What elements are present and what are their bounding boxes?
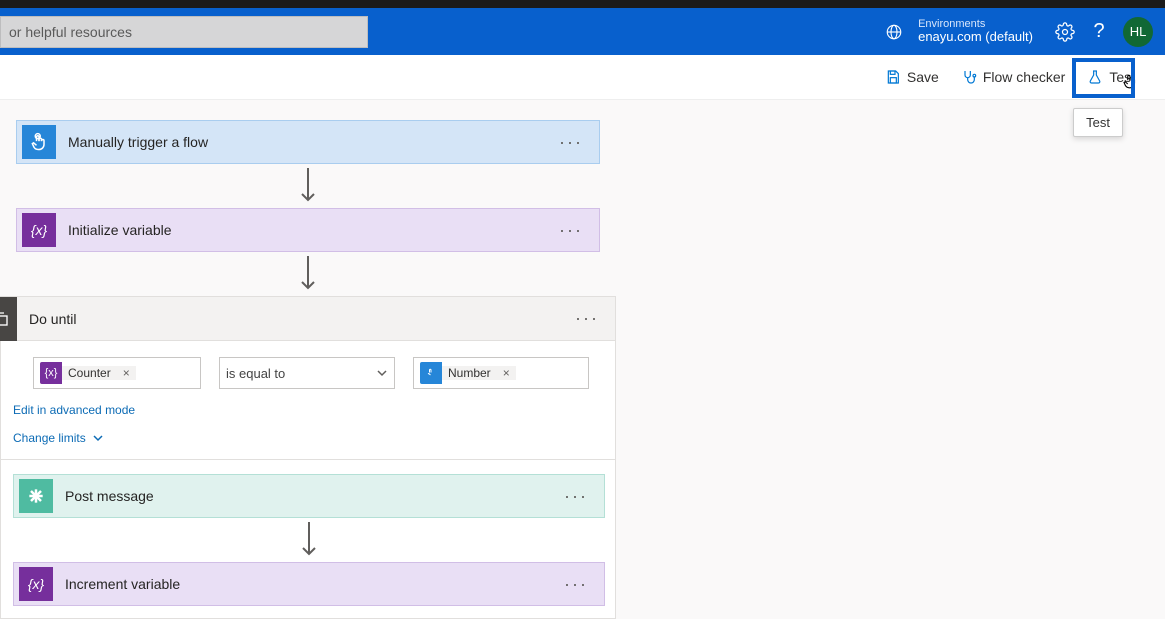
flow-checker-button[interactable]: Flow checker xyxy=(961,69,1065,85)
browser-tab-strip xyxy=(0,0,1165,8)
card-menu-icon[interactable] xyxy=(564,486,588,507)
help-icon[interactable]: ? xyxy=(1089,22,1109,42)
stethoscope-icon xyxy=(961,69,977,85)
flow-arrow xyxy=(13,518,605,562)
loop-icon xyxy=(0,297,17,341)
flow-arrow xyxy=(16,164,600,208)
do-until-header[interactable]: Do until xyxy=(1,297,615,341)
operator-label: is equal to xyxy=(226,366,285,381)
do-until-body: {x} Counter × is equal to Number xyxy=(1,341,615,618)
number-token[interactable]: Number × xyxy=(420,362,516,384)
post-message-card[interactable]: Post message xyxy=(13,474,605,518)
card-menu-icon[interactable] xyxy=(559,132,583,153)
flow-canvas: Manually trigger a flow {x} Initialize v… xyxy=(0,100,1165,619)
condition-left-input[interactable]: {x} Counter × xyxy=(33,357,201,389)
change-limits-label: Change limits xyxy=(13,431,86,445)
beaker-icon xyxy=(1087,69,1103,85)
increment-variable-card[interactable]: {x} Increment variable xyxy=(13,562,605,606)
avatar-initials: HL xyxy=(1130,24,1147,39)
condition-operator-select[interactable]: is equal to xyxy=(219,357,395,389)
increment-variable-title: Increment variable xyxy=(65,576,180,592)
variable-chip-icon: {x} xyxy=(40,362,62,384)
variable-icon: {x} xyxy=(22,213,56,247)
test-label: Test xyxy=(1109,69,1135,85)
card-menu-icon[interactable] xyxy=(564,574,588,595)
do-until-title: Do until xyxy=(29,311,76,327)
save-label: Save xyxy=(907,69,939,85)
edit-advanced-link[interactable]: Edit in advanced mode xyxy=(13,403,603,417)
save-button[interactable]: Save xyxy=(885,69,939,85)
avatar[interactable]: HL xyxy=(1123,17,1153,47)
environment-selector[interactable]: Environments enayu.com (default) xyxy=(918,18,1033,44)
command-bar: Save Flow checker Test Test xyxy=(0,55,1165,100)
environment-name: enayu.com (default) xyxy=(918,30,1033,44)
save-icon xyxy=(885,69,901,85)
change-limits-link[interactable]: Change limits xyxy=(13,431,603,445)
settings-gear-icon[interactable] xyxy=(1055,22,1075,42)
search-placeholder-text: or helpful resources xyxy=(9,24,132,40)
chevron-down-icon xyxy=(376,367,388,379)
slack-icon xyxy=(19,479,53,513)
divider xyxy=(1,459,615,460)
flow-checker-label: Flow checker xyxy=(983,69,1065,85)
flow-arrow xyxy=(16,252,600,296)
variable-icon: {x} xyxy=(19,567,53,601)
test-button[interactable]: Test xyxy=(1087,69,1135,85)
trigger-chip-icon xyxy=(420,362,442,384)
card-menu-icon[interactable] xyxy=(575,308,599,329)
trigger-title: Manually trigger a flow xyxy=(68,134,208,150)
touch-icon xyxy=(22,125,56,159)
header-right-group: Environments enayu.com (default) ? HL xyxy=(884,17,1153,47)
edit-advanced-label: Edit in advanced mode xyxy=(13,403,135,417)
number-token-label: Number xyxy=(442,366,497,380)
card-menu-icon[interactable] xyxy=(559,220,583,241)
remove-token-icon[interactable]: × xyxy=(497,366,516,380)
condition-row: {x} Counter × is equal to Number xyxy=(33,357,603,389)
initialize-variable-card[interactable]: {x} Initialize variable xyxy=(16,208,600,252)
chevron-down-icon xyxy=(92,432,104,444)
app-header: or helpful resources Environments enayu.… xyxy=(0,8,1165,55)
search-input[interactable]: or helpful resources xyxy=(0,16,368,48)
remove-token-icon[interactable]: × xyxy=(117,366,136,380)
post-message-title: Post message xyxy=(65,488,154,504)
globe-icon[interactable] xyxy=(884,22,904,42)
counter-token-label: Counter xyxy=(62,366,117,380)
trigger-card[interactable]: Manually trigger a flow xyxy=(16,120,600,164)
condition-right-input[interactable]: Number × xyxy=(413,357,589,389)
do-until-container: Do until {x} Counter × is equal to xyxy=(0,296,616,619)
counter-token[interactable]: {x} Counter × xyxy=(40,362,136,384)
initialize-variable-title: Initialize variable xyxy=(68,222,172,238)
